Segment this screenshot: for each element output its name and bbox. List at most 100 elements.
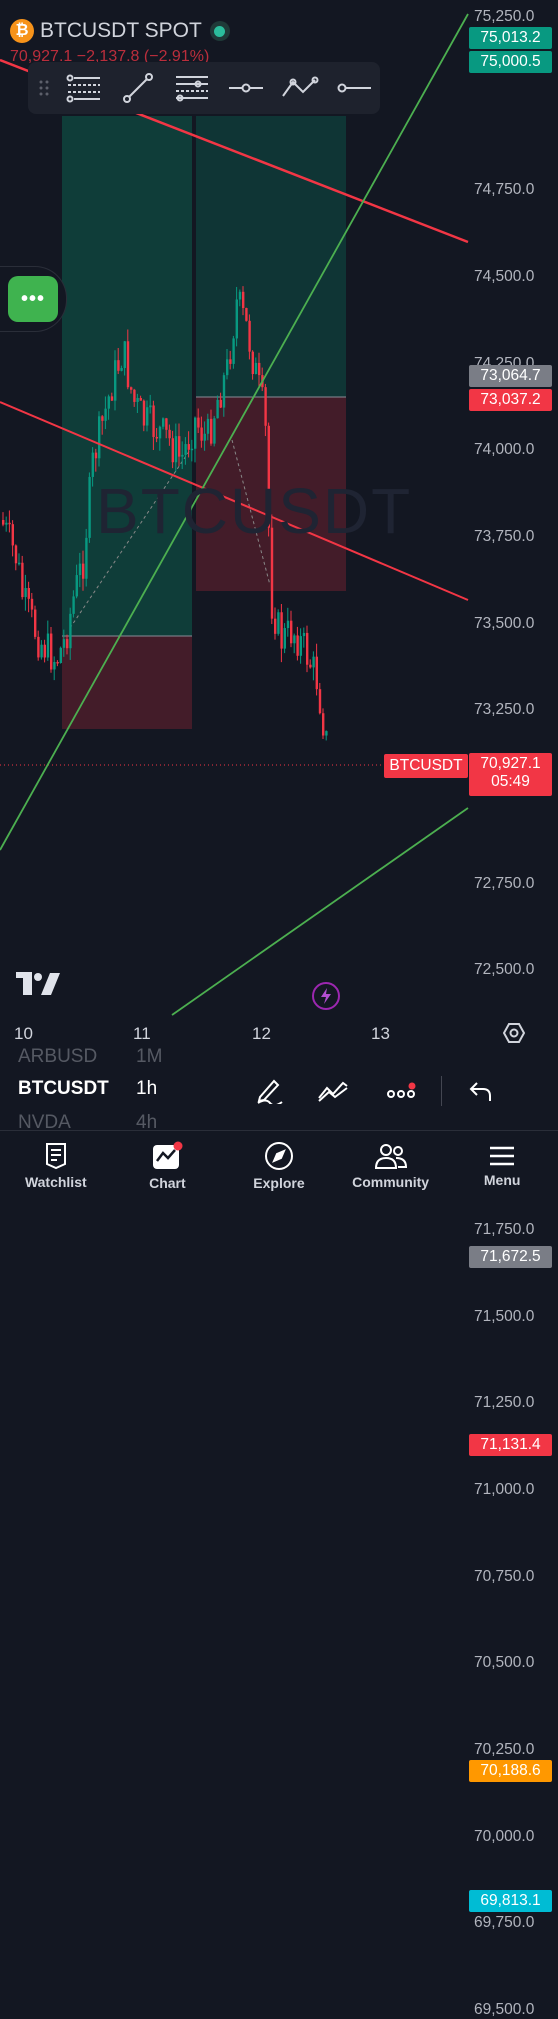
time-axis-label: 12: [252, 1024, 271, 1043]
candle-body: [139, 398, 142, 401]
price-axis-label: 74,750.0: [474, 181, 535, 199]
candle-body: [75, 575, 78, 597]
candle-body: [178, 436, 181, 457]
nav-label: Community: [352, 1174, 430, 1190]
price-level-tag: 71,131.4: [469, 1433, 552, 1456]
nav-community[interactable]: Community: [335, 1131, 447, 1201]
candle-body: [238, 291, 242, 300]
candle-body: [229, 359, 232, 364]
candle-body: [56, 662, 59, 664]
short-position-stop-zone: [196, 116, 346, 397]
candle-body: [280, 612, 283, 649]
price-level-tag: 73,037.2: [469, 389, 552, 411]
horizontal-line-icon[interactable]: [330, 68, 378, 108]
nav-explore[interactable]: Explore: [223, 1131, 335, 1201]
price-axis-label: 73,750.0: [474, 527, 535, 545]
price-axis-label: 71,750.0: [474, 1221, 535, 1239]
last-price-value: 70,927.1: [480, 755, 541, 772]
symbol-row[interactable]: ARBUSD 1M: [18, 1046, 162, 1064]
candle-body: [181, 454, 184, 457]
bottom-navigation: Watchlist Chart Explore Community Menu: [0, 1130, 558, 1201]
candle-body: [293, 635, 296, 644]
indicators-button[interactable]: [317, 1080, 349, 1107]
candle-body: [123, 341, 126, 369]
candle-body: [146, 407, 149, 426]
bar-countdown: 05:49: [491, 773, 530, 790]
candle-body: [165, 418, 168, 430]
nav-watchlist[interactable]: Watchlist: [0, 1131, 112, 1201]
candle-body: [242, 291, 245, 309]
object-tree-button[interactable]: •••: [0, 266, 67, 332]
candle-body: [126, 341, 130, 388]
chart-settings-icon[interactable]: [502, 1022, 526, 1049]
price-level-tag: 73,064.7: [469, 365, 552, 387]
draw-tool-button[interactable]: [256, 1076, 284, 1109]
divider: [441, 1076, 442, 1106]
candle-body: [299, 636, 302, 656]
lightning-icon[interactable]: [312, 982, 340, 1010]
nav-label: Menu: [483, 1172, 521, 1188]
undo-button[interactable]: [469, 1080, 493, 1107]
candle-body: [2, 520, 5, 525]
trend-line-icon[interactable]: [114, 68, 162, 108]
symbol-name: BTCUSDT: [18, 1078, 109, 1099]
candle-body: [8, 522, 11, 525]
symbol-title[interactable]: BTCUSDT SPOT: [40, 19, 202, 43]
drag-handle-icon[interactable]: [34, 68, 54, 108]
nav-menu[interactable]: Menu: [446, 1131, 558, 1201]
fib-extension-icon[interactable]: [168, 68, 216, 108]
candle-body: [37, 636, 40, 658]
candle-body: [318, 689, 322, 714]
candle-body: [40, 644, 43, 658]
candle-body: [213, 418, 216, 444]
price-level-tag: 71,672.5: [469, 1245, 552, 1268]
candle-body: [203, 433, 206, 441]
horizontal-ray-icon[interactable]: [222, 68, 270, 108]
candle-body: [206, 418, 210, 434]
symbol-interval: 1M: [136, 1046, 163, 1064]
symbol-switcher[interactable]: ARBUSD 1M BTCUSDT 1h NVDA 4h: [0, 1046, 558, 1130]
candle-body: [5, 522, 8, 525]
time-axis-label: 10: [14, 1024, 33, 1043]
candle-body: [296, 635, 299, 656]
candle-body: [306, 632, 309, 665]
candle-body: [69, 613, 72, 649]
candle-body: [219, 399, 222, 408]
more-dots-icon: •••: [8, 276, 58, 322]
price-level-tag: 69,813.1: [469, 1890, 552, 1913]
candle-body: [27, 588, 30, 599]
candle-body: [283, 628, 286, 649]
more-options-icon[interactable]: [386, 1082, 420, 1107]
candle-body: [82, 563, 85, 579]
candle-body: [226, 359, 229, 376]
candle-body: [98, 416, 101, 459]
candle-body: [155, 436, 158, 439]
candle-body: [235, 299, 238, 339]
candle-body: [222, 375, 226, 408]
candle-body: [274, 618, 277, 634]
price-axis-label: 73,250.0: [474, 701, 535, 719]
time-axis-label: 13: [371, 1024, 390, 1043]
compass-icon: [264, 1142, 293, 1170]
candle-body: [254, 362, 258, 375]
candle-body: [21, 562, 24, 598]
fib-retracement-icon[interactable]: [60, 68, 108, 108]
price-axis-label: 69,500.0: [474, 2000, 535, 2018]
symbol-row[interactable]: NVDA 4h: [18, 1112, 157, 1130]
candle-body: [309, 664, 312, 668]
price-level-tag: 75,000.5: [469, 51, 552, 73]
candle-body: [277, 612, 280, 634]
price-axis-label: 70,500.0: [474, 1654, 535, 1672]
symbol-row-active[interactable]: BTCUSDT 1h: [18, 1078, 157, 1100]
price-axis-label: 74,000.0: [474, 441, 535, 459]
price-axis-label: 70,750.0: [474, 1567, 535, 1585]
candle-body: [88, 476, 91, 538]
nav-chart[interactable]: Chart: [112, 1131, 224, 1201]
symbol-name: NVDA: [18, 1112, 71, 1130]
candle-body: [325, 731, 328, 736]
candle-body: [66, 639, 69, 649]
path-icon[interactable]: [276, 68, 324, 108]
candle-body: [232, 338, 235, 364]
symbol-header[interactable]: ₿ BTCUSDT SPOT: [10, 18, 230, 44]
candle-body: [18, 562, 21, 565]
